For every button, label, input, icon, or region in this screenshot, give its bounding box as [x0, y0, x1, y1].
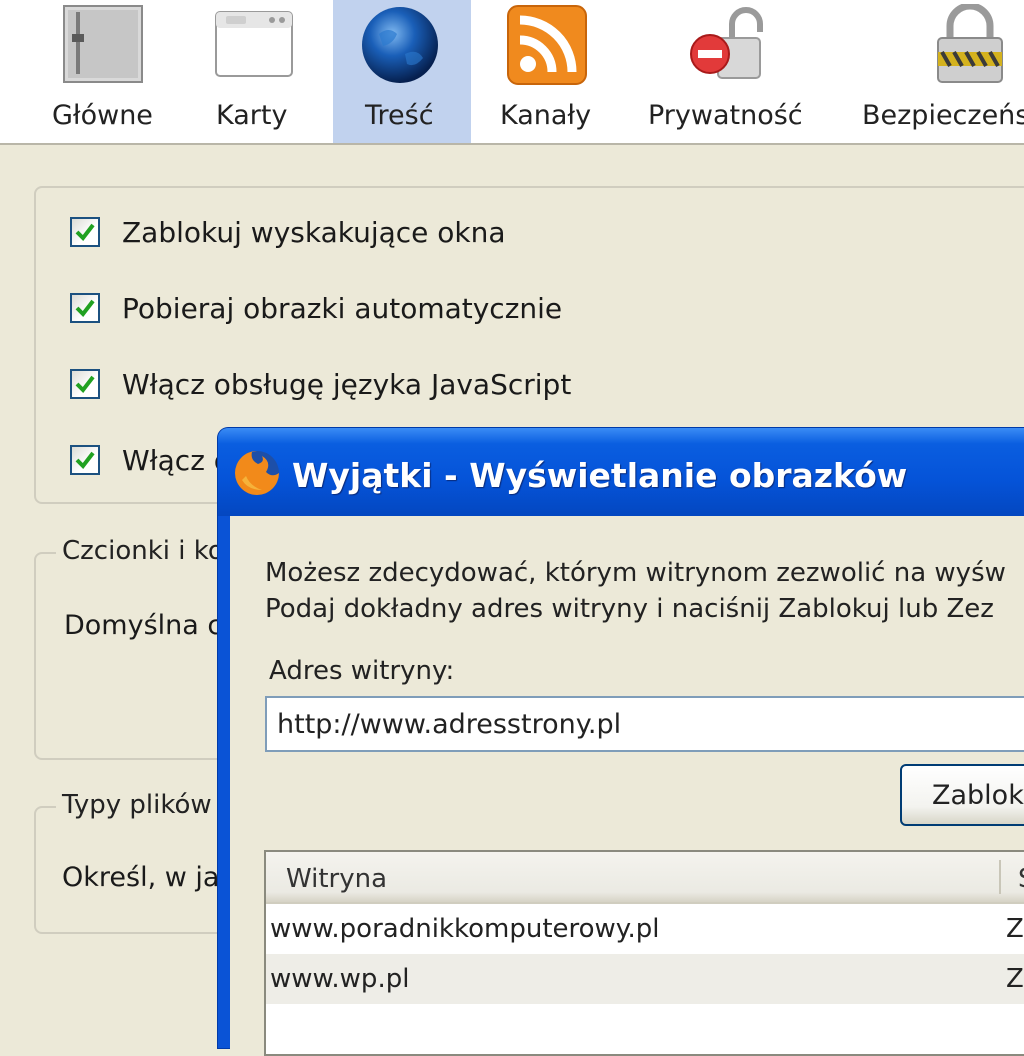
table-row[interactable] [266, 1004, 1024, 1054]
security-padlock-icon [937, 4, 1003, 83]
tab-tabs[interactable]: Karty [200, 0, 310, 143]
default-font-label: Domyślna c [64, 610, 223, 641]
tab-content[interactable]: Treść [333, 0, 471, 143]
enable-javascript-checkbox[interactable] [70, 369, 100, 399]
enable-java-checkbox[interactable] [70, 445, 100, 475]
rss-feed-icon [507, 5, 587, 85]
table-row[interactable]: www.wp.pl Z [266, 954, 1024, 1004]
block-popups-checkbox[interactable] [70, 217, 100, 247]
tab-main-label: Główne [52, 100, 153, 131]
dialog-titlebar[interactable]: Wyjątki - Wyświetlanie obrazków [218, 428, 1024, 516]
dialog-body: Możesz zdecydować, którym witrynom zezwo… [230, 516, 1024, 1056]
main-settings-icon [63, 5, 143, 83]
enable-java-row[interactable]: Włącz o [70, 440, 231, 480]
address-input[interactable] [265, 696, 1024, 752]
checkmark-icon [75, 223, 95, 242]
load-images-label: Pobieraj obrazki automatycznie [122, 291, 563, 325]
row-status: Z [1006, 964, 1024, 994]
tab-security[interactable]: Bezpieczeńs [858, 0, 1024, 143]
block-button[interactable]: Zablok [900, 764, 1024, 826]
enable-javascript-row[interactable]: Włącz obsługę języka JavaScript [70, 364, 571, 404]
table-row[interactable]: www.poradnikkomputerowy.pl Z [266, 904, 1024, 954]
column-status-header[interactable]: S [1018, 864, 1024, 894]
column-site-header[interactable]: Witryna [286, 864, 387, 894]
address-label: Adres witryny: [269, 656, 455, 686]
checkmark-icon [75, 299, 95, 318]
dialog-title: Wyjątki - Wyświetlanie obrazków [292, 456, 908, 495]
tab-tabs-label: Karty [216, 100, 288, 131]
load-images-row[interactable]: Pobieraj obrazki automatycznie [70, 288, 562, 328]
tab-content-label: Treść [365, 100, 434, 131]
row-site: www.poradnikkomputerowy.pl [270, 914, 660, 944]
block-popups-row[interactable]: Zablokuj wyskakujące okna [70, 212, 506, 252]
preferences-toolbar: Główne Karty Treść Kanały Prywatność Bez… [0, 0, 1024, 145]
enable-javascript-label: Włącz obsługę języka JavaScript [122, 367, 572, 401]
tabs-window-icon [215, 11, 293, 77]
file-types-legend: Typy plików [56, 790, 218, 820]
tab-privacy-label: Prywatność [648, 100, 803, 131]
enable-java-label: Włącz o [122, 443, 231, 477]
firefox-icon [235, 451, 279, 495]
tab-feeds-label: Kanały [500, 100, 592, 131]
tab-privacy[interactable]: Prywatność [644, 0, 814, 143]
load-images-checkbox[interactable] [70, 293, 100, 323]
privacy-lock-icon [690, 7, 763, 79]
checkmark-icon [75, 451, 95, 470]
dialog-description-line2: Podaj dokładny adres witryny i naciśnij … [265, 594, 994, 624]
exceptions-dialog: Wyjątki - Wyświetlanie obrazków Możesz z… [218, 428, 1024, 1056]
file-types-text: Określ, w ja [62, 862, 220, 893]
column-separator[interactable] [999, 860, 1001, 894]
dialog-description-line1: Możesz zdecydować, którym witrynom zezwo… [265, 558, 1006, 588]
checkmark-icon [75, 375, 95, 394]
row-status: Z [1006, 914, 1024, 944]
sites-list-header: Witryna S [266, 852, 1024, 904]
fonts-colors-legend: Czcionki i ko [56, 536, 230, 566]
globe-icon [362, 7, 438, 83]
row-site: www.wp.pl [270, 964, 410, 994]
tab-security-label: Bezpieczeńs [862, 100, 1024, 131]
tab-feeds[interactable]: Kanały [490, 0, 606, 143]
tab-main[interactable]: Główne [38, 0, 170, 143]
block-popups-label: Zablokuj wyskakujące okna [122, 215, 506, 249]
sites-list[interactable]: Witryna S www.poradnikkomputerowy.pl Z w… [264, 850, 1024, 1056]
